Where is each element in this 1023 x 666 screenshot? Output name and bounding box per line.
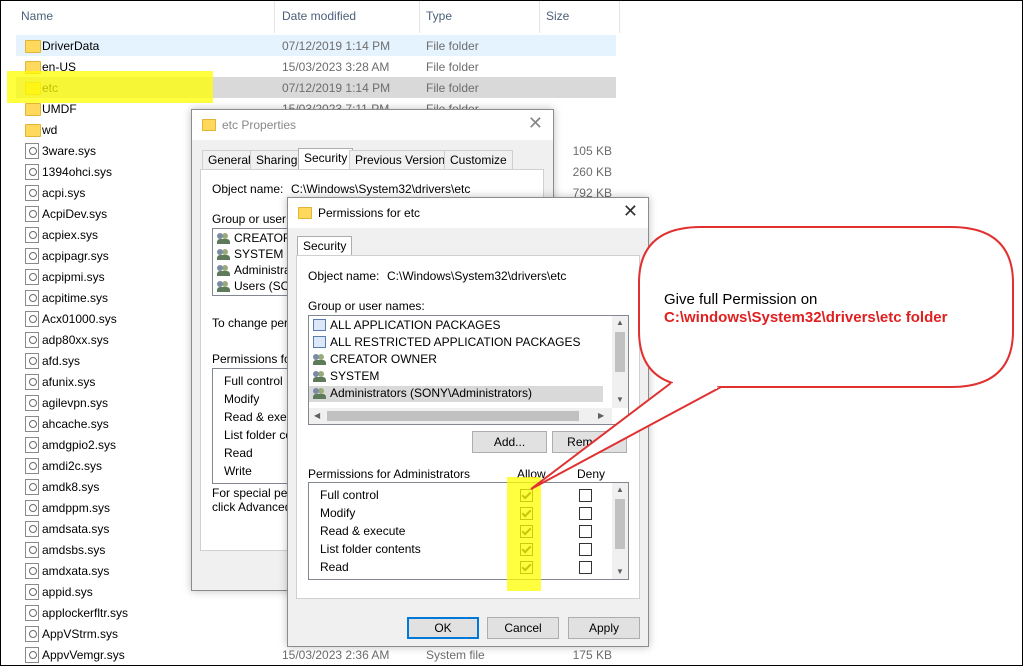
- screenshot-frame: ⌃ Name Date modified Type Size DriverDat…: [0, 0, 1023, 666]
- callout-line-2: C:\windows\System32\drivers\etc folder: [664, 309, 948, 326]
- callout-line-1: Give full Permission on: [664, 291, 818, 308]
